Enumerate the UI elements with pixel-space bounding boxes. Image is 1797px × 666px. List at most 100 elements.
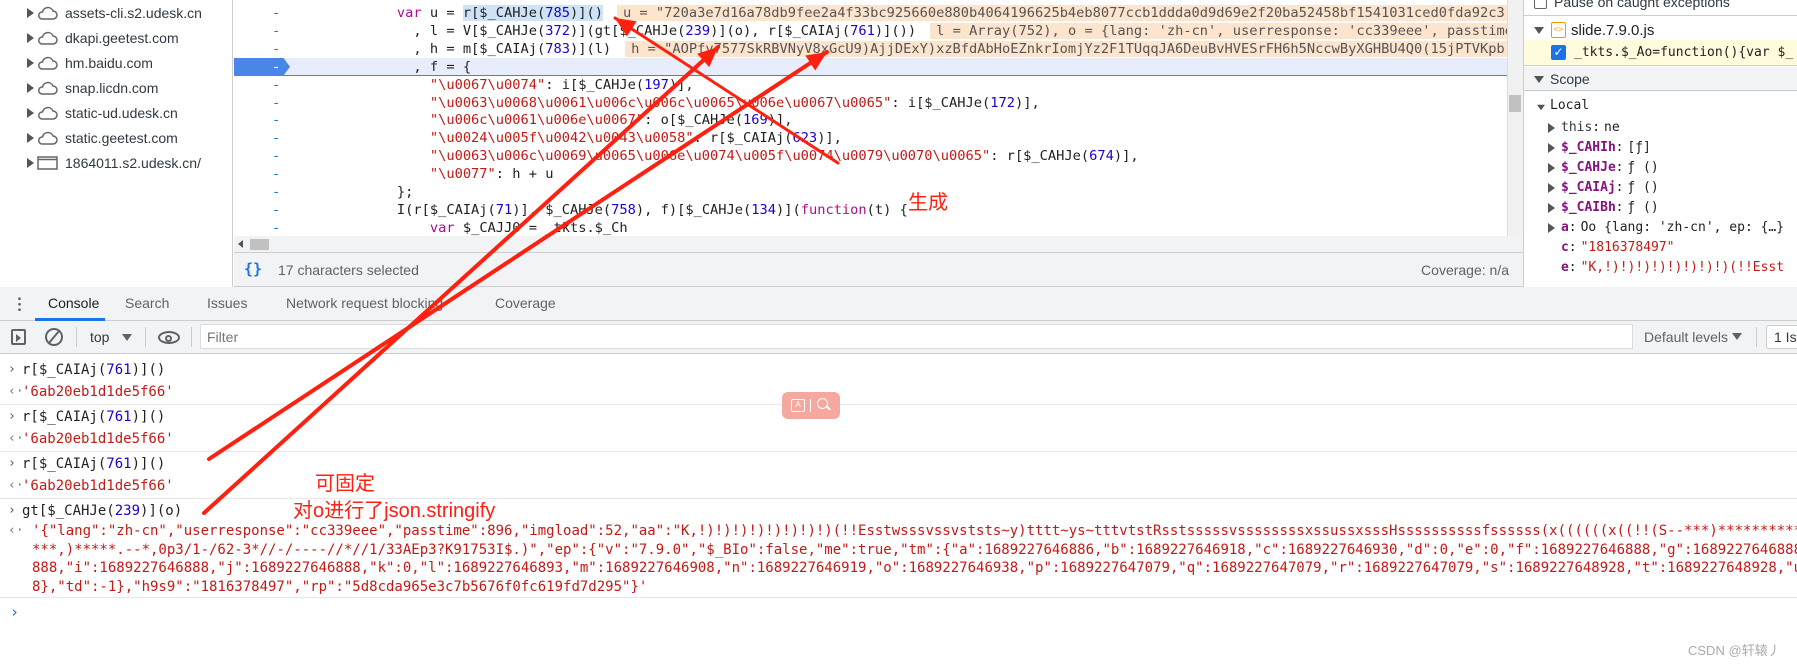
live-expression-eye-icon[interactable]	[158, 331, 180, 344]
scope-variable[interactable]: a Oo {lang: 'zh-cn', ep: {…}:	[1524, 218, 1797, 238]
log-levels-dropdown[interactable]: Default levels	[1644, 329, 1728, 345]
selected-text[interactable]: r[$_CAHJe(785)]()	[462, 5, 603, 21]
paused-line-marker[interactable]: -	[234, 57, 290, 76]
scope-variable[interactable]: e "K,!)!)!)!)!)!)!)!)(!!Esst:	[1524, 258, 1797, 278]
expand-arrow-icon[interactable]	[27, 83, 34, 93]
breakpoint-file-row[interactable]: <> slide.7.9.0.js	[1524, 20, 1797, 40]
code-line[interactable]: - , l = V[$_CAHJe(372)](gt[$_CAHJe(239)]…	[234, 22, 1507, 40]
line-number[interactable]: -	[272, 165, 280, 183]
line-number[interactable]: -	[272, 183, 280, 201]
console-separator	[0, 451, 1797, 452]
pause-caught-row[interactable]: Pause on caught exceptions	[1524, 0, 1797, 16]
scope-variable[interactable]: c "1816378497":	[1524, 238, 1797, 258]
console-separator	[0, 597, 1797, 598]
scope-variable[interactable]: $_CAHJe ƒ ():	[1524, 158, 1797, 178]
line-number[interactable]: -	[272, 22, 280, 40]
code-line[interactable]: - "\u006c\u0061\u006e\u0067": o[$_CAHJe(…	[234, 111, 1507, 129]
editor-horizontal-scrollbar[interactable]	[234, 236, 1523, 253]
code-token: )],	[1014, 94, 1040, 111]
search-icon[interactable]	[817, 398, 831, 411]
line-number[interactable]: -	[272, 76, 280, 94]
line-number[interactable]: -	[272, 40, 280, 58]
scope-header[interactable]: Scope	[1524, 67, 1797, 91]
coverage-status[interactable]: Coverage: n/a	[1421, 262, 1509, 278]
expand-arrow-icon[interactable]	[1548, 203, 1555, 213]
line-number[interactable]: -	[272, 4, 280, 22]
code-line[interactable]: - };	[234, 183, 1507, 201]
scope-variable-value: "1816378497"	[1580, 240, 1675, 255]
tree-item[interactable]: static-ud.udesk.cn	[0, 102, 232, 124]
code-line[interactable]: - , f = {	[234, 57, 1507, 76]
console-prompt[interactable]: ›	[0, 601, 1797, 625]
tab-network-request-blocking[interactable]: Network request blocking	[286, 295, 443, 311]
code-line[interactable]: - I(r[$_CAIAj(71)], $_CAHJe(758), f)[$_C…	[234, 201, 1507, 219]
tree-item[interactable]: dkapi.geetest.com	[0, 27, 232, 49]
show-sidebar-icon[interactable]	[11, 329, 26, 345]
expand-arrow-icon[interactable]	[1548, 163, 1555, 173]
expand-arrow-icon[interactable]	[27, 108, 34, 118]
tab-search[interactable]: Search	[125, 295, 169, 311]
expand-arrow-icon[interactable]	[1548, 223, 1555, 233]
code-line[interactable]: - "\u0077": h + u	[234, 165, 1507, 183]
tab-issues[interactable]: Issues	[207, 295, 247, 311]
expand-arrow-icon[interactable]	[1548, 183, 1555, 193]
issues-counter[interactable]: 1 Is	[1766, 325, 1797, 349]
line-number[interactable]: -	[272, 94, 280, 112]
scope-variable[interactable]: $_CAHIh [ƒ]:	[1524, 138, 1797, 158]
tree-item[interactable]: assets-cli.s2.udesk.cn	[0, 2, 232, 24]
editor-vertical-scrollbar[interactable]	[1507, 0, 1523, 236]
expand-arrow-icon[interactable]	[1548, 123, 1555, 133]
code-line[interactable]: - "\u0024\u005f\u0042\u0043\u0058": r[$_…	[234, 129, 1507, 147]
translate-widget[interactable]: A	[782, 392, 840, 419]
tab-coverage[interactable]: Coverage	[495, 295, 556, 311]
expand-icon[interactable]	[1534, 27, 1544, 34]
tree-item[interactable]: snap.licdn.com	[0, 77, 232, 99]
expand-arrow-icon[interactable]	[27, 158, 34, 168]
code-token: (t) {	[866, 201, 908, 218]
levels-dropdown-icon[interactable]	[1732, 333, 1742, 340]
scope-variable[interactable]: this ne:	[1524, 118, 1797, 138]
line-number[interactable]: -	[272, 219, 280, 236]
pretty-print-icon[interactable]: {}	[244, 260, 262, 278]
expand-arrow-icon[interactable]	[27, 133, 34, 143]
number-token: 372	[545, 22, 570, 39]
editor-scroll-thumb[interactable]	[1509, 95, 1521, 112]
line-number[interactable]: -	[272, 201, 280, 219]
code-line[interactable]: - "\u0063\u006c\u0069\u0065\u006e\u0074\…	[234, 147, 1507, 165]
code-line[interactable]: - var u = r[$_CAHJe(785)]() u = "720a3e7d…	[234, 4, 1507, 22]
scroll-left-icon[interactable]	[238, 240, 243, 248]
code-line[interactable]: - "\u0067\u0074": i[$_CAHJe(197)],	[234, 76, 1507, 94]
expand-arrow-icon[interactable]	[27, 8, 34, 18]
expand-arrow-icon[interactable]	[1548, 143, 1555, 153]
code-line[interactable]: - "\u0063\u0068\u0061\u006c\u006c\u0065\…	[234, 94, 1507, 112]
line-number[interactable]: -	[272, 111, 280, 129]
code-line[interactable]: - , h = m[$_CAIAj(783)](l) h = "AOPfv7577…	[234, 40, 1507, 58]
pause-caught-checkbox[interactable]	[1534, 0, 1547, 9]
tree-item[interactable]: static.geetest.com	[0, 127, 232, 149]
cloud-icon	[37, 6, 58, 20]
code-editor[interactable]: - var u = r[$_CAHJe(785)]() u = "720a3e7d…	[234, 0, 1507, 236]
line-number[interactable]: -	[272, 129, 280, 147]
expand-arrow-icon[interactable]	[27, 58, 34, 68]
clear-console-icon[interactable]	[45, 328, 63, 346]
code-line[interactable]: - var $_CAJJ0 = _tkts.$_Ch	[234, 219, 1507, 236]
local-scope-row[interactable]: Local	[1524, 97, 1797, 117]
expand-arrow-icon[interactable]	[27, 33, 34, 43]
tab-console[interactable]: Console	[48, 295, 99, 311]
tree-item[interactable]: 1864011.s2.udesk.cn/	[0, 152, 232, 174]
code-token: )]())	[874, 22, 917, 39]
scope-variable[interactable]: $_CAIBh ƒ ():	[1524, 198, 1797, 218]
console-filter-input[interactable]	[200, 324, 1633, 349]
more-tools-icon[interactable]	[18, 296, 21, 312]
tree-item[interactable]: hm.baidu.com	[0, 52, 232, 74]
editor-hscroll-thumb[interactable]	[250, 239, 269, 250]
scope-variable[interactable]: $_CAIAj ƒ ():	[1524, 178, 1797, 198]
context-selector[interactable]: top	[90, 329, 109, 345]
line-number[interactable]: -	[272, 147, 280, 165]
breakpoint-checkbox[interactable]: ✓	[1551, 45, 1566, 60]
breakpoint-row[interactable]: ✓ _tkts.$_Ao=function(){var $_	[1524, 40, 1797, 66]
console-output[interactable]: › r[$_CAIAj(761)]() ‹· '6ab20eb1d1de5f66' › r…	[0, 354, 1797, 666]
context-dropdown-icon[interactable]	[122, 334, 132, 341]
tree-item-label: assets-cli.s2.udesk.cn	[65, 5, 202, 21]
translate-icon[interactable]: A	[791, 399, 805, 412]
